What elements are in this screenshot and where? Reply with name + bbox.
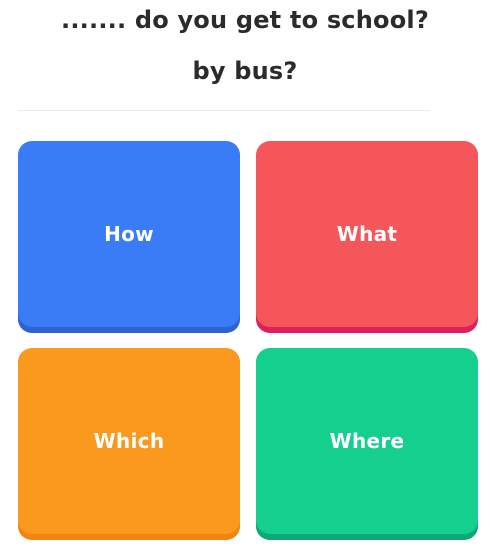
quiz-screen: ....... do you get to school? by bus? Ho… — [0, 0, 490, 547]
answer-button-which[interactable]: Which — [18, 348, 240, 540]
question-subtext: by bus? — [192, 57, 298, 85]
answer-label-where: Where — [329, 429, 405, 453]
divider — [18, 110, 430, 111]
answer-button-how[interactable]: How — [18, 141, 240, 333]
answer-label-how: How — [104, 222, 154, 246]
answer-label-which: Which — [93, 429, 165, 453]
answer-button-where[interactable]: Where — [256, 348, 478, 540]
answer-label-what: What — [336, 222, 398, 246]
question-text: ....... do you get to school? — [61, 6, 429, 34]
answer-button-what[interactable]: What — [256, 141, 478, 333]
